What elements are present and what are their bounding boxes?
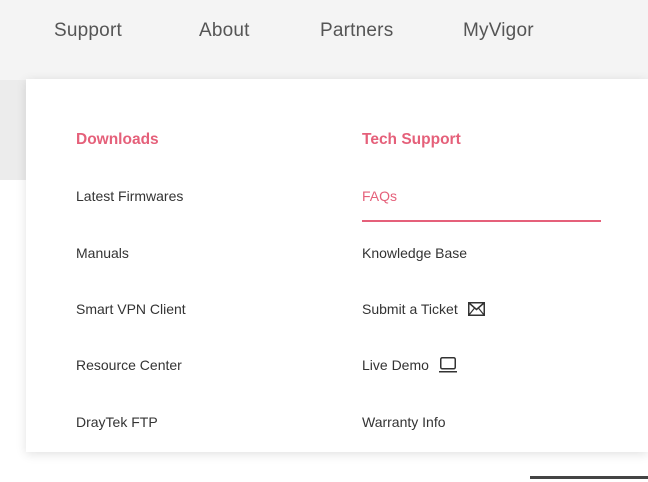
- laptop-icon: [438, 357, 457, 373]
- support-mega-menu: Downloads Latest Firmwares Manuals Smart…: [26, 79, 648, 452]
- active-link-underline: [362, 220, 601, 222]
- nav-myvigor[interactable]: MyVigor: [463, 20, 534, 42]
- warranty-info-link[interactable]: Warranty Info: [362, 414, 446, 430]
- page-background-divider: [530, 476, 648, 479]
- latest-firmwares-link[interactable]: Latest Firmwares: [76, 188, 183, 204]
- knowledge-base-link[interactable]: Knowledge Base: [362, 245, 467, 261]
- tech-support-heading: Tech Support: [362, 131, 461, 148]
- faqs-link[interactable]: FAQs: [362, 188, 397, 204]
- nav-support[interactable]: Support: [54, 20, 122, 42]
- downloads-heading: Downloads: [76, 131, 159, 148]
- live-demo-link[interactable]: Live Demo: [362, 357, 457, 373]
- submit-ticket-link[interactable]: Submit a Ticket: [362, 301, 485, 317]
- top-navigation: Support About Partners MyVigor: [0, 0, 648, 80]
- smart-vpn-client-link[interactable]: Smart VPN Client: [76, 301, 186, 317]
- draytek-ftp-link[interactable]: DrayTek FTP: [76, 414, 158, 430]
- nav-about[interactable]: About: [199, 20, 250, 42]
- envelope-icon: [467, 302, 485, 316]
- manuals-link[interactable]: Manuals: [76, 245, 129, 261]
- live-demo-label: Live Demo: [362, 357, 429, 373]
- nav-partners[interactable]: Partners: [320, 20, 393, 42]
- resource-center-link[interactable]: Resource Center: [76, 357, 182, 373]
- submit-ticket-label: Submit a Ticket: [362, 301, 458, 317]
